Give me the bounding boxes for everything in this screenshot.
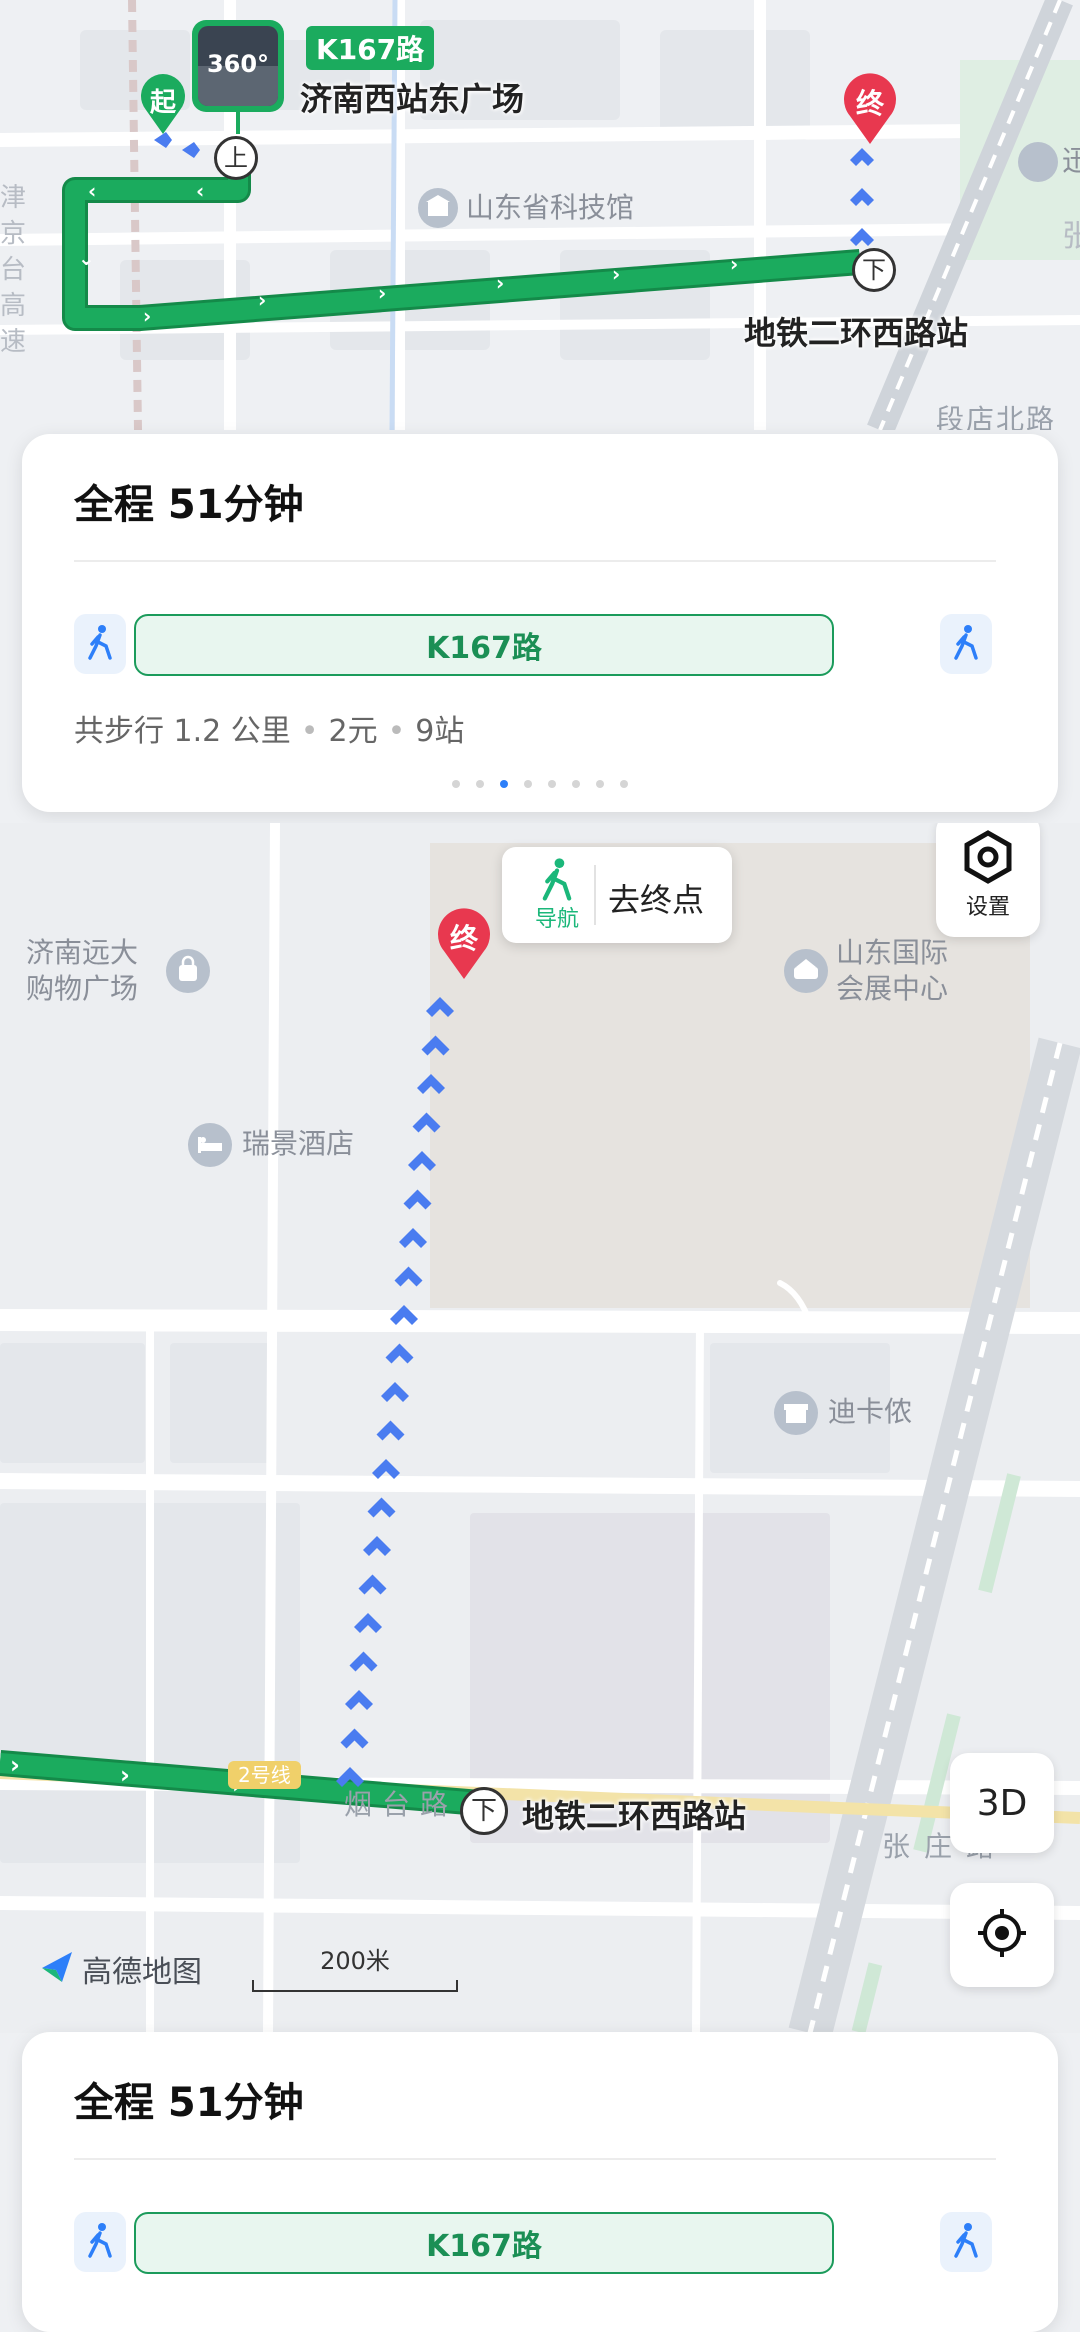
science-museum-poi[interactable]: 山东省科技馆: [418, 188, 634, 228]
bus-segment[interactable]: K167路: [134, 2212, 834, 2274]
3d-toggle-button[interactable]: 3D: [950, 1753, 1054, 1853]
panorama-pin-stem: [236, 112, 240, 134]
partial-poi-text: 迅: [1062, 144, 1080, 177]
stop-count: 9站: [415, 714, 465, 749]
alight-station-label-bottom: 地铁二环西路站: [522, 1797, 747, 1835]
panorama-thumbnail[interactable]: 360°: [192, 20, 284, 112]
route-total-time: 全程 51分钟: [74, 2080, 304, 2126]
walking-person-icon: [86, 2222, 114, 2262]
locate-crosshair-icon: [974, 1905, 1030, 1965]
svg-text:⌄: ⌄: [78, 246, 95, 270]
route-summary: 共步行 1.2 公里 • 2元 • 9站: [74, 714, 465, 749]
walk-segment-start: [74, 614, 126, 674]
walk-segment-end: [940, 2212, 992, 2272]
svg-text:›: ›: [10, 1751, 20, 1779]
pager-dot[interactable]: [620, 780, 628, 788]
yuanda-mall-label: 济南远大 购物广场: [26, 936, 139, 1005]
expo-center-icon: [784, 949, 828, 993]
svg-text:‹: ‹: [88, 179, 96, 203]
settings-button[interactable]: 设置: [936, 823, 1040, 937]
card-divider: [74, 2158, 996, 2160]
scale-text: 200米: [320, 1947, 390, 1975]
end-marker-bottom: 终: [434, 905, 494, 981]
end-marker-top: 终: [840, 70, 900, 146]
board-marker: 上: [214, 136, 258, 180]
metro-line-badge: 2号线: [228, 1761, 301, 1789]
walking-person-icon: [952, 624, 980, 664]
alight-marker-top: 下: [852, 248, 896, 292]
start-marker: 起: [138, 72, 188, 136]
expo-center-label: 山东国际 会展中心: [836, 936, 949, 1005]
alight-station-label-top: 地铁二环西路站: [744, 314, 969, 352]
amap-logo-text: 高德地图: [82, 1955, 202, 1990]
go-to-destination-label: 去终点: [608, 881, 705, 919]
hotel-icon: [188, 1123, 232, 1167]
svg-text:›: ›: [120, 1761, 130, 1789]
fare: 2元: [328, 714, 378, 749]
store-icon: [774, 1391, 818, 1435]
side-text-left: 津 京 台 高 速: [0, 183, 27, 357]
settings-label: 设置: [965, 895, 1010, 920]
svg-text:›: ›: [143, 304, 151, 328]
alight-marker-bottom: 下: [460, 1787, 508, 1835]
yantai-road-label: 烟台路: [344, 1788, 459, 1821]
walk-nav-button[interactable]: 导航: [522, 857, 592, 933]
bottom-map[interactable]: ››› 导航 去终点 设置 终 济南远大 购物广场 山东国际 会展中心: [0, 823, 1080, 2033]
card-divider: [74, 560, 996, 562]
pager-dot[interactable]: [548, 780, 556, 788]
pager-dot[interactable]: [500, 780, 508, 788]
pager-dot[interactable]: [476, 780, 484, 788]
bus-line-badge[interactable]: K167路: [306, 26, 435, 70]
route-card-bottom[interactable]: 全程 51分钟 K167路: [22, 2032, 1058, 2332]
partial-poi-icon: [1018, 142, 1058, 182]
go-to-destination-bubble[interactable]: 导航 去终点: [502, 847, 732, 943]
route-card-top[interactable]: 全程 51分钟 K167路 共步行 1.2 公里 • 2元 • 9站: [22, 434, 1058, 812]
map-scale: 200米: [252, 1941, 458, 1992]
decathlon-label: 迪卡侬: [828, 1395, 913, 1428]
bus-segment[interactable]: K167路: [134, 614, 834, 676]
museum-icon: [418, 188, 458, 228]
pager-dot[interactable]: [572, 780, 580, 788]
walk-distance: 共步行 1.2 公里: [74, 714, 291, 749]
walk-segment-start: [74, 2212, 126, 2272]
nav-label: 导航: [534, 907, 579, 932]
duandian-north-road-label: 段店北路: [936, 403, 1057, 430]
3d-label: 3D: [976, 1782, 1028, 1824]
locate-button[interactable]: [950, 1883, 1054, 1987]
svg-text:›: ›: [612, 262, 620, 286]
route-total-time: 全程 51分钟: [74, 482, 304, 528]
amap-logo-icon: [38, 1948, 76, 1990]
svg-text:›: ›: [378, 281, 386, 305]
svg-text:›: ›: [730, 252, 738, 276]
route-pager[interactable]: [22, 780, 1058, 788]
amap-logo: 高德地图: [38, 1947, 202, 1991]
walk-segment-end: [940, 614, 992, 674]
svg-text:›: ›: [258, 288, 266, 312]
shopping-bag-icon: [166, 949, 210, 993]
svg-text:›: ›: [496, 271, 504, 295]
walking-person-icon: [952, 2222, 980, 2262]
side-text-right-mid: 张: [1062, 219, 1080, 254]
board-station-label: 济南西站东广场: [300, 80, 525, 118]
science-museum-label: 山东省科技馆: [466, 191, 635, 224]
ruijing-hotel-label: 瑞景酒店: [242, 1127, 355, 1160]
settings-hexagon-icon: [960, 829, 1016, 889]
top-map[interactable]: › › › › › › ‹ ‹ ⌄ 津 京 台 高 速 张 山东省科技馆 段店北路 起 36…: [0, 0, 1080, 430]
svg-text:‹: ‹: [196, 179, 204, 203]
pager-dot[interactable]: [524, 780, 532, 788]
panorama-360-label: 360°: [206, 50, 270, 78]
pager-dot[interactable]: [452, 780, 460, 788]
walking-person-icon: [86, 624, 114, 664]
pager-dot[interactable]: [596, 780, 604, 788]
